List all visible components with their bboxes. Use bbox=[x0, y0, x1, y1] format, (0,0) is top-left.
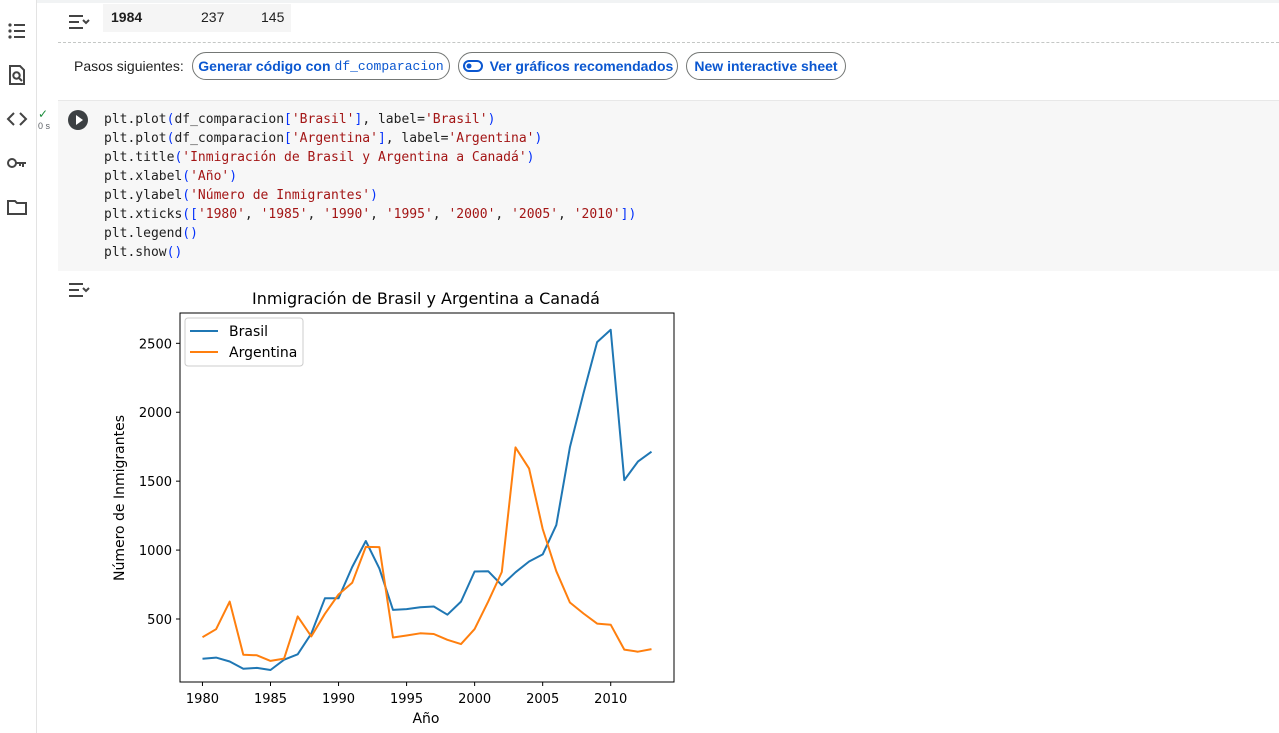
code-snippets-icon[interactable] bbox=[6, 108, 28, 130]
code-line: plt.plot(df_comparacion['Argentina'], la… bbox=[104, 131, 543, 146]
generate-code-df-name: df_comparacion bbox=[334, 58, 444, 74]
x-tick-label: 1985 bbox=[254, 692, 287, 707]
series-lines bbox=[201, 328, 653, 671]
next-steps-label: Pasos siguientes: bbox=[74, 58, 184, 74]
code-line: plt.xlabel('Año') bbox=[104, 169, 238, 184]
series-line-brasil bbox=[202, 328, 653, 671]
x-axis-label: Año bbox=[412, 711, 439, 727]
code-line: plt.ylabel('Número de Inmigrantes') bbox=[104, 188, 378, 203]
success-check-icon: ✓ bbox=[38, 107, 49, 121]
output-divider bbox=[58, 42, 1279, 43]
y-axis-label: Número de Inmigrantes bbox=[112, 415, 128, 581]
line-chart: Inmigración de Brasil y Argentina a Cana… bbox=[112, 289, 675, 727]
run-icon[interactable] bbox=[68, 110, 88, 130]
toggle-icon bbox=[462, 60, 483, 72]
generate-code-chip[interactable]: Generar código con df_comparacion bbox=[192, 52, 450, 80]
generate-code-label: Generar código con bbox=[198, 58, 331, 74]
plot-frame bbox=[179, 312, 675, 683]
legend-label-brasil: Brasil bbox=[229, 324, 268, 340]
cell-brasil: 237 bbox=[201, 9, 225, 25]
legend: Brasil Argentina bbox=[184, 317, 304, 367]
row-index: 1984 bbox=[111, 9, 143, 25]
code-editor[interactable]: plt.plot(df_comparacion['Brasil'], label… bbox=[104, 110, 636, 262]
cell-status: ✓ 0 s bbox=[38, 108, 58, 131]
x-tick-label: 1995 bbox=[390, 692, 423, 707]
x-tick-label: 1990 bbox=[322, 692, 355, 707]
y-tick-label: 500 bbox=[147, 613, 172, 628]
toc-icon[interactable] bbox=[6, 20, 28, 42]
y-tick-label: 1500 bbox=[139, 475, 172, 490]
x-tick-label: 2010 bbox=[594, 692, 627, 707]
output-collapse-icon[interactable] bbox=[68, 280, 90, 300]
axes: 1980 1985 1990 1995 2000 2005 2010 500 1000 1500 2… bbox=[139, 337, 627, 707]
exec-time: 0 s bbox=[38, 121, 51, 131]
y-tick-label: 1000 bbox=[139, 544, 172, 559]
code-line: plt.legend() bbox=[104, 226, 198, 241]
y-tick-label: 2000 bbox=[139, 406, 172, 421]
chart-title: Inmigración de Brasil y Argentina a Cana… bbox=[252, 289, 600, 308]
recommended-charts-chip[interactable]: Ver gráficos recomendados bbox=[458, 52, 678, 80]
cell-argentina: 145 bbox=[261, 9, 285, 25]
code-line: plt.show() bbox=[104, 245, 183, 260]
left-sidebar bbox=[0, 0, 37, 733]
output-collapse-icon[interactable] bbox=[68, 12, 90, 32]
folder-icon[interactable] bbox=[6, 196, 28, 218]
x-tick-label: 2005 bbox=[526, 692, 559, 707]
legend-label-argentina: Argentina bbox=[229, 345, 297, 361]
key-icon[interactable] bbox=[6, 152, 28, 174]
dataframe-row: 1984 237 145 bbox=[103, 4, 291, 32]
code-line: plt.title('Inmigración de Brasil y Argen… bbox=[104, 150, 535, 165]
interactive-sheet-chip[interactable]: New interactive sheet bbox=[686, 52, 846, 80]
x-tick-label: 2000 bbox=[458, 692, 491, 707]
recommended-charts-label: Ver gráficos recomendados bbox=[489, 58, 674, 74]
interactive-sheet-label: New interactive sheet bbox=[694, 58, 838, 74]
find-icon[interactable] bbox=[6, 64, 28, 86]
series-line-argentina bbox=[201, 446, 652, 662]
y-tick-label: 2500 bbox=[139, 337, 172, 352]
top-divider bbox=[37, 0, 1279, 3]
code-line: plt.xticks(['1980', '1985', '1990', '199… bbox=[104, 207, 637, 222]
x-tick-label: 1980 bbox=[186, 692, 219, 707]
code-line: plt.plot(df_comparacion['Brasil'], label… bbox=[104, 112, 496, 127]
